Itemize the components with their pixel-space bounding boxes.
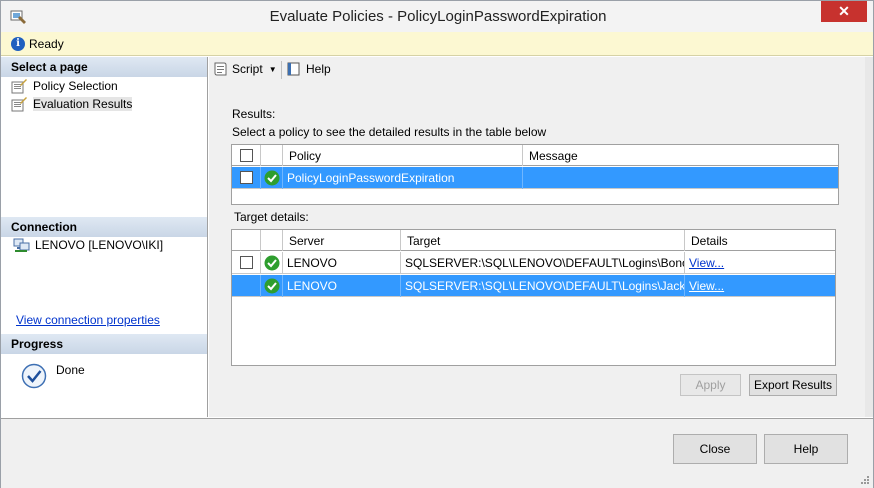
view-connection-properties-link[interactable]: View connection properties bbox=[16, 313, 160, 327]
success-check-icon bbox=[264, 255, 280, 271]
window-close-button[interactable]: ✕ bbox=[821, 1, 867, 22]
resize-grip-icon[interactable] bbox=[860, 475, 870, 485]
target-grid-header: Server Target Details bbox=[232, 230, 835, 251]
page-icon bbox=[11, 97, 27, 112]
window-title: Evaluate Policies - PolicyLoginPasswordE… bbox=[269, 8, 607, 25]
help-toolbar-label: Help bbox=[306, 62, 331, 76]
status-text: Ready bbox=[29, 37, 64, 51]
policy-column-header[interactable]: Policy bbox=[283, 145, 523, 166]
connection-header: Connection bbox=[1, 217, 207, 237]
page-icon bbox=[11, 79, 27, 94]
status-column bbox=[261, 145, 283, 166]
target-row[interactable]: LENOVO SQLSERVER:\SQL\LENOVO\DEFAULT\Log… bbox=[232, 252, 835, 274]
target-details-label: Target details: bbox=[234, 210, 309, 224]
results-grid: Policy Message PolicyLoginPasswordExpira… bbox=[231, 144, 839, 205]
row-checkbox[interactable] bbox=[240, 171, 253, 184]
message-cell bbox=[523, 167, 838, 189]
row-status-cell bbox=[261, 167, 283, 189]
server-cell: LENOVO bbox=[283, 275, 401, 297]
script-label: Script bbox=[232, 62, 263, 76]
progress-status: Done bbox=[56, 363, 85, 377]
details-cell: View... bbox=[685, 252, 835, 274]
server-column-header[interactable]: Server bbox=[283, 230, 401, 251]
connection-item: LENOVO [LENOVO\IKI] bbox=[13, 238, 163, 252]
apply-button[interactable]: Apply bbox=[680, 374, 741, 396]
details-cell: View... bbox=[685, 275, 835, 297]
status-bar: i Ready bbox=[1, 32, 873, 56]
policy-cell: PolicyLoginPasswordExpiration bbox=[283, 167, 523, 189]
page-item-policy-selection[interactable]: Policy Selection bbox=[11, 79, 118, 97]
done-check-icon bbox=[21, 363, 47, 389]
row-select-cell bbox=[232, 167, 261, 189]
select-all-checkbox[interactable] bbox=[240, 149, 253, 162]
results-row[interactable]: PolicyLoginPasswordExpiration bbox=[232, 167, 838, 189]
row-status-cell bbox=[261, 252, 283, 274]
server-connection-icon bbox=[13, 238, 30, 252]
success-check-icon bbox=[264, 170, 280, 186]
progress-header: Progress bbox=[1, 334, 207, 354]
view-details-link[interactable]: View... bbox=[689, 256, 724, 270]
export-results-button[interactable]: Export Results bbox=[749, 374, 837, 396]
row-status-cell bbox=[261, 275, 283, 297]
target-cell: SQLSERVER:\SQL\LENOVO\DEFAULT\Logins\Bon… bbox=[401, 252, 685, 274]
results-instruction: Select a policy to see the detailed resu… bbox=[232, 125, 547, 139]
left-pane: Select a page Policy Selection Evaluatio… bbox=[1, 57, 208, 417]
right-pane: Script ▼ Help Results: Select a policy to… bbox=[209, 57, 873, 417]
target-column-header[interactable]: Target bbox=[401, 230, 685, 251]
details-column-header[interactable]: Details bbox=[685, 230, 835, 251]
status-column bbox=[261, 230, 283, 251]
target-cell: SQLSERVER:\SQL\LENOVO\DEFAULT\Logins\Jac… bbox=[401, 275, 685, 297]
page-item-label: Evaluation Results bbox=[33, 97, 133, 111]
help-button[interactable]: Help bbox=[764, 434, 848, 464]
help-book-icon bbox=[287, 62, 300, 76]
select-all-column bbox=[232, 145, 261, 166]
target-details-grid: Server Target Details LENOVO SQLSERVER:\… bbox=[231, 229, 836, 366]
row-checkbox[interactable] bbox=[240, 256, 253, 269]
dialog-footer: Close Help bbox=[1, 418, 873, 488]
info-icon: i bbox=[11, 37, 25, 51]
help-toolbar-button[interactable]: Help bbox=[286, 61, 331, 79]
row-select-cell bbox=[232, 252, 261, 274]
connection-name: LENOVO [LENOVO\IKI] bbox=[35, 238, 164, 252]
close-button[interactable]: Close bbox=[673, 434, 757, 464]
success-check-icon bbox=[264, 278, 280, 294]
target-row[interactable]: LENOVO SQLSERVER:\SQL\LENOVO\DEFAULT\Log… bbox=[232, 275, 835, 297]
page-item-evaluation-results[interactable]: Evaluation Results bbox=[11, 97, 133, 115]
results-label: Results: bbox=[232, 107, 276, 121]
script-icon bbox=[214, 62, 227, 76]
scrollbar-strip[interactable] bbox=[865, 57, 873, 417]
toolbar-separator bbox=[281, 61, 282, 79]
script-button[interactable]: Script ▼ bbox=[212, 61, 277, 79]
page-item-label: Policy Selection bbox=[33, 79, 118, 93]
view-details-link[interactable]: View... bbox=[689, 279, 724, 293]
message-column-header[interactable]: Message bbox=[523, 145, 838, 166]
select-column bbox=[232, 230, 261, 251]
dropdown-arrow-icon[interactable]: ▼ bbox=[269, 62, 277, 78]
select-page-header: Select a page bbox=[1, 57, 207, 77]
row-select-cell bbox=[232, 275, 261, 297]
server-cell: LENOVO bbox=[283, 252, 401, 274]
title-bar: Evaluate Policies - PolicyLoginPasswordE… bbox=[0, 0, 874, 32]
toolbar: Script ▼ Help bbox=[209, 57, 865, 83]
results-grid-header: Policy Message bbox=[232, 145, 838, 166]
